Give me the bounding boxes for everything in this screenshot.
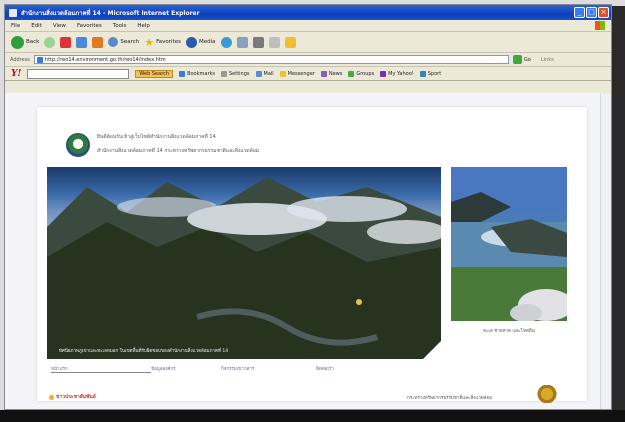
back-label: Back: [26, 39, 40, 45]
ministry-emblem: [537, 385, 557, 403]
standard-toolbar: Back Search ★ Favorites Media: [5, 32, 611, 53]
address-label: Address: [10, 56, 30, 63]
vertical-scrollbar[interactable]: [600, 93, 611, 409]
ie-app-icon: [9, 8, 17, 17]
beach-scene: [451, 167, 567, 321]
address-bar: Address http://reo14.environment.go.th/r…: [5, 53, 611, 67]
media-button[interactable]: Media: [186, 36, 216, 48]
menu-bar: File Edit View Favorites Tools Help: [5, 20, 611, 32]
sport-icon: [419, 70, 426, 77]
mountain-scene: [47, 177, 441, 359]
bookmark-icon: [179, 70, 186, 77]
web-page: ยินดีต้อนรับเข้าสู่เว็บไซต์สำนักงานสิ่งแ…: [37, 107, 587, 403]
go-button[interactable]: Go: [512, 55, 531, 64]
hero-mountain-image: ทัศนียภาพภูเขาและทะเลหมอก ในเขตพื้นที่รั…: [47, 167, 441, 359]
yahoo-bookmarks[interactable]: Bookmarks: [179, 70, 215, 77]
header-agency-text: สำนักงานสิ่งแวดล้อมภาคที่ 14 กระทรวงทรัพ…: [97, 148, 260, 154]
folder-icon[interactable]: [284, 36, 296, 48]
settings-icon: [221, 70, 227, 77]
yahoo-groups[interactable]: Groups: [348, 70, 374, 77]
go-arrow-icon: [512, 55, 522, 64]
maximize-button[interactable]: □: [586, 7, 597, 18]
print-icon[interactable]: [252, 36, 264, 48]
close-button[interactable]: ×: [598, 7, 609, 18]
mail-icon: [255, 70, 262, 77]
yahoo-sport[interactable]: Sport: [419, 70, 441, 77]
edit-icon[interactable]: [268, 36, 280, 48]
yahoo-search-input[interactable]: [27, 68, 130, 79]
hero-corner-cut: [423, 341, 441, 359]
mail-icon[interactable]: [236, 36, 248, 48]
history-icon[interactable]: [220, 36, 232, 48]
home-icon[interactable]: [92, 36, 104, 48]
yahoo-logo[interactable]: Y!: [11, 69, 21, 79]
search-icon: [108, 37, 119, 47]
footer-news-link[interactable]: ข่าวประชาสัมพันธ์: [49, 393, 96, 401]
stop-icon[interactable]: [60, 36, 72, 48]
groups-icon: [348, 70, 355, 77]
favorites-label: Favorites: [156, 39, 181, 45]
my-yahoo-icon: [380, 70, 387, 77]
bullet-icon: [49, 394, 54, 400]
menu-help[interactable]: Help: [137, 23, 150, 29]
yahoo-messenger[interactable]: Messenger: [279, 70, 315, 77]
header-welcome-text: ยินดีต้อนรับเข้าสู่เว็บไซต์สำนักงานสิ่งแ…: [97, 134, 216, 140]
links-label[interactable]: Links: [541, 57, 554, 63]
browser-window: สำนักงานสิ่งแวดล้อมภาคที่ 14 - Microsoft…: [4, 4, 612, 410]
search-label: Search: [120, 39, 140, 45]
footer-ministry-text: กระทรวงทรัพยากรธรรมชาติและสิ่งแวดล้อม: [407, 396, 493, 401]
yahoo-my-yahoo[interactable]: My Yahoo!: [380, 70, 414, 77]
page-nav: หน้าแรก ข้อมูลองค์กร กิจกรรม/ข่าวสาร ติด…: [51, 365, 334, 373]
nav-activities[interactable]: กิจกรรม/ข่าวสาร: [221, 365, 316, 373]
star-icon: ★: [144, 35, 155, 49]
search-button[interactable]: Search: [108, 37, 139, 47]
hero-caption: ทัศนียภาพภูเขาและทะเลหมอก ในเขตพื้นที่รั…: [59, 349, 229, 354]
title-bar[interactable]: สำนักงานสิ่งแวดล้อมภาคที่ 14 - Microsoft…: [5, 5, 611, 20]
media-icon: [186, 36, 197, 48]
media-label: Media: [199, 39, 216, 45]
address-input[interactable]: http://reo14.environment.go.th/reo14/ind…: [33, 55, 509, 64]
back-button[interactable]: Back: [11, 35, 40, 49]
web-search-button[interactable]: Web Search: [135, 69, 174, 78]
nav-home[interactable]: หน้าแรก: [51, 365, 151, 373]
window-controls: _ □ ×: [574, 7, 609, 18]
nav-contact[interactable]: ติดต่อเรา: [316, 365, 334, 373]
menu-edit[interactable]: Edit: [31, 23, 42, 29]
side-beach-image: [451, 167, 567, 321]
yahoo-mail[interactable]: Mail: [255, 70, 274, 77]
yahoo-toolbar: Y! Web Search Bookmarks Settings Mail Me…: [5, 67, 611, 81]
nav-about[interactable]: ข้อมูลองค์กร: [151, 365, 221, 373]
agency-logo[interactable]: [66, 133, 90, 157]
menu-tools[interactable]: Tools: [113, 23, 127, 29]
window-title: สำนักงานสิ่งแวดล้อมภาคที่ 14 - Microsoft…: [21, 9, 200, 17]
screen-shadow-bottom: [0, 410, 625, 422]
forward-arrow-icon[interactable]: [44, 36, 56, 48]
minimize-button[interactable]: _: [574, 7, 585, 18]
screen-shadow-right: [612, 6, 625, 416]
menu-view[interactable]: View: [53, 23, 66, 29]
yahoo-news[interactable]: News: [320, 70, 342, 77]
menu-file[interactable]: File: [11, 23, 20, 29]
menu-favorites[interactable]: Favorites: [77, 23, 102, 29]
favorites-button[interactable]: ★ Favorites: [144, 36, 181, 49]
news-icon: [320, 70, 327, 77]
browser-viewport: ยินดีต้อนรับเข้าสู่เว็บไซต์สำนักงานสิ่งแ…: [5, 93, 611, 409]
yahoo-settings[interactable]: Settings: [221, 70, 250, 77]
back-arrow-icon: [11, 35, 24, 49]
messenger-icon: [279, 70, 286, 77]
windows-flag-icon: [595, 21, 605, 30]
refresh-icon[interactable]: [76, 36, 88, 48]
side-image-caption: ทะเล ชายหาด และโขดหิน: [483, 329, 535, 334]
go-label: Go: [523, 56, 531, 63]
